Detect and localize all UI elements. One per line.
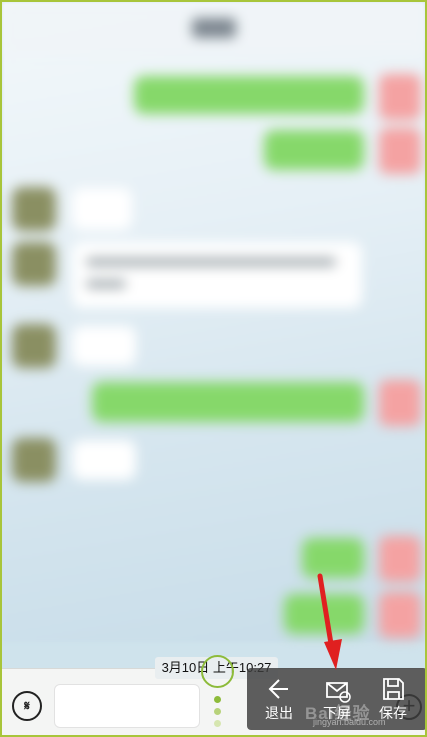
- highlight-circle: [201, 655, 234, 688]
- contact-avatar: [12, 324, 56, 368]
- exit-button[interactable]: 退出: [257, 670, 301, 728]
- chat-background: [2, 2, 425, 642]
- my-avatar: [379, 74, 421, 120]
- incoming-bubble: [72, 242, 362, 308]
- incoming-bubble: [72, 188, 132, 230]
- arrow-left-icon: [257, 670, 301, 704]
- voice-input-button[interactable]: 𝄋: [12, 691, 42, 721]
- contact-avatar: [12, 187, 56, 231]
- outgoing-bubble: [264, 130, 364, 170]
- outgoing-bubble: [92, 382, 364, 422]
- incoming-bubble: [72, 440, 136, 480]
- chat-history-blurred: [2, 2, 425, 642]
- chat-title-blurred: [192, 18, 236, 38]
- screenshot-frame: 𝄋 + 3月10日 上午10:27 退出: [0, 0, 427, 737]
- incoming-bubble: [72, 326, 136, 366]
- my-avatar: [379, 380, 421, 426]
- page-dot: [213, 696, 221, 703]
- page-dot: [213, 708, 221, 715]
- watermark-url: jingyan.baidu.com: [313, 717, 386, 727]
- my-avatar: [379, 592, 421, 638]
- save-icon: [371, 670, 415, 704]
- page-indicator-dots: [212, 696, 222, 732]
- contact-avatar: [12, 242, 56, 286]
- my-avatar: [379, 536, 421, 582]
- my-avatar: [379, 128, 421, 174]
- message-input[interactable]: [54, 684, 200, 728]
- chat-top-bar: [2, 2, 425, 54]
- outgoing-bubble: [302, 538, 364, 578]
- voice-icon: 𝄋: [24, 698, 30, 713]
- contact-avatar: [12, 438, 56, 482]
- outgoing-bubble: [284, 594, 364, 634]
- page-dot: [213, 720, 221, 727]
- exit-label: 退出: [265, 705, 293, 721]
- outgoing-bubble: [134, 76, 364, 114]
